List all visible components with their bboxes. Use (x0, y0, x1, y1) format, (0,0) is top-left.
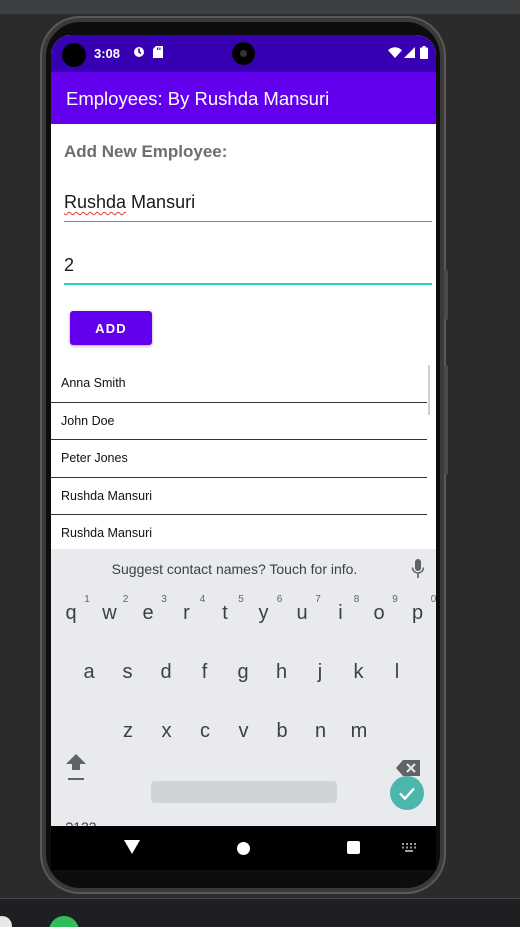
mic-icon[interactable] (411, 559, 425, 579)
keyboard-switch-icon[interactable] (402, 843, 416, 852)
list-item[interactable]: John Doe (51, 403, 427, 440)
list-item[interactable]: Peter Jones (51, 440, 427, 478)
key-z[interactable]: z (113, 720, 143, 743)
key-hint: 3 (161, 594, 167, 605)
key-c[interactable]: c (190, 720, 220, 743)
employee-name-input[interactable]: Rushda Mansuri (64, 182, 432, 222)
list-item-label: Peter Jones (61, 451, 128, 466)
sdcard-icon (153, 46, 163, 61)
employee-list[interactable]: Anna Smith John Doe Peter Jones Rushda M… (51, 365, 427, 550)
suggestion-strip[interactable]: Suggest contact names? Touch for info. (51, 549, 436, 589)
key-m[interactable]: m (344, 720, 374, 743)
key-a[interactable]: a (74, 661, 104, 684)
camera-cutout-left (62, 43, 86, 67)
back-icon[interactable] (124, 840, 140, 854)
key-e[interactable]: e (133, 602, 163, 625)
name-remainder: Mansuri (126, 192, 196, 212)
enter-key[interactable] (390, 776, 424, 810)
list-item[interactable]: Rushda Mansuri (51, 478, 427, 515)
key-g[interactable]: g (228, 661, 258, 684)
key-h[interactable]: h (267, 661, 297, 684)
key-hint: 0 (430, 594, 436, 605)
list-item[interactable]: Anna Smith (51, 365, 427, 403)
home-icon[interactable] (237, 842, 250, 855)
key-x[interactable]: x (152, 720, 182, 743)
key-d[interactable]: d (151, 661, 181, 684)
key-t[interactable]: t (210, 602, 240, 625)
shift-icon[interactable] (64, 752, 88, 787)
key-q[interactable]: q (56, 602, 86, 625)
key-hint: 6 (276, 594, 283, 605)
key-v[interactable]: v (229, 720, 259, 743)
signal-icon (404, 47, 415, 61)
key-hint: 9 (392, 594, 398, 605)
key-r[interactable]: r (172, 602, 202, 625)
key-hint: 2 (122, 594, 129, 605)
key-j[interactable]: j (305, 661, 335, 684)
employee-name-value: Rushda Mansuri (64, 192, 195, 213)
navigation-bar (51, 826, 436, 870)
soft-keyboard: Suggest contact names? Touch for info. q… (51, 549, 436, 843)
key-y[interactable]: y (249, 602, 279, 625)
camera-cutout (232, 42, 255, 65)
list-item-label: Anna Smith (61, 376, 126, 391)
key-hint: 7 (315, 594, 321, 605)
space-key[interactable] (151, 781, 337, 803)
key-hint: 5 (238, 594, 244, 605)
key-f[interactable]: f (190, 661, 220, 684)
key-w[interactable]: w (95, 602, 125, 625)
app-title: Employees: By Rushda Mansuri (66, 88, 330, 109)
recents-icon[interactable] (347, 841, 360, 854)
status-bar: 3:08 (51, 35, 436, 72)
form-heading: Add New Employee: (64, 142, 228, 161)
list-item-label: Rushda Mansuri (61, 526, 153, 541)
volume-button[interactable] (444, 270, 448, 320)
taskbar (0, 898, 520, 927)
list-item[interactable]: Rushda Mansuri (51, 515, 427, 550)
employee-id-input[interactable]: 2 (64, 245, 432, 285)
power-button[interactable] (444, 365, 448, 475)
key-hint: 1 (84, 594, 90, 605)
key-u[interactable]: u (287, 602, 317, 625)
key-l[interactable]: l (382, 661, 412, 684)
add-button[interactable]: ADD (70, 311, 152, 345)
battery-icon (420, 46, 428, 62)
key-b[interactable]: b (267, 720, 297, 743)
check-icon (399, 787, 415, 801)
key-s[interactable]: s (113, 661, 143, 684)
device-screen: 3:08 Employees: By Rushda Mansuri Add Ne… (51, 35, 436, 870)
key-hint: 8 (353, 594, 360, 605)
status-time: 3:08 (94, 46, 121, 61)
list-item-label: Rushda Mansuri (61, 488, 153, 503)
key-n[interactable]: n (306, 720, 336, 743)
list-item-label: John Doe (61, 413, 115, 428)
suggestion-text[interactable]: Suggest contact names? Touch for info. (51, 561, 436, 577)
notification-icon (133, 46, 145, 61)
employee-id-value: 2 (64, 255, 75, 275)
key-k[interactable]: k (344, 661, 374, 684)
key-o[interactable]: o (364, 602, 394, 625)
list-scrollbar[interactable] (428, 365, 430, 415)
misspelled-word: Rushda (64, 192, 127, 212)
key-p[interactable]: p (403, 602, 433, 625)
app-bar: Employees: By Rushda Mansuri (51, 72, 436, 124)
wifi-icon (388, 47, 402, 61)
key-hint: 4 (199, 594, 206, 605)
window-top-strip (0, 0, 520, 14)
key-i[interactable]: i (326, 602, 356, 625)
